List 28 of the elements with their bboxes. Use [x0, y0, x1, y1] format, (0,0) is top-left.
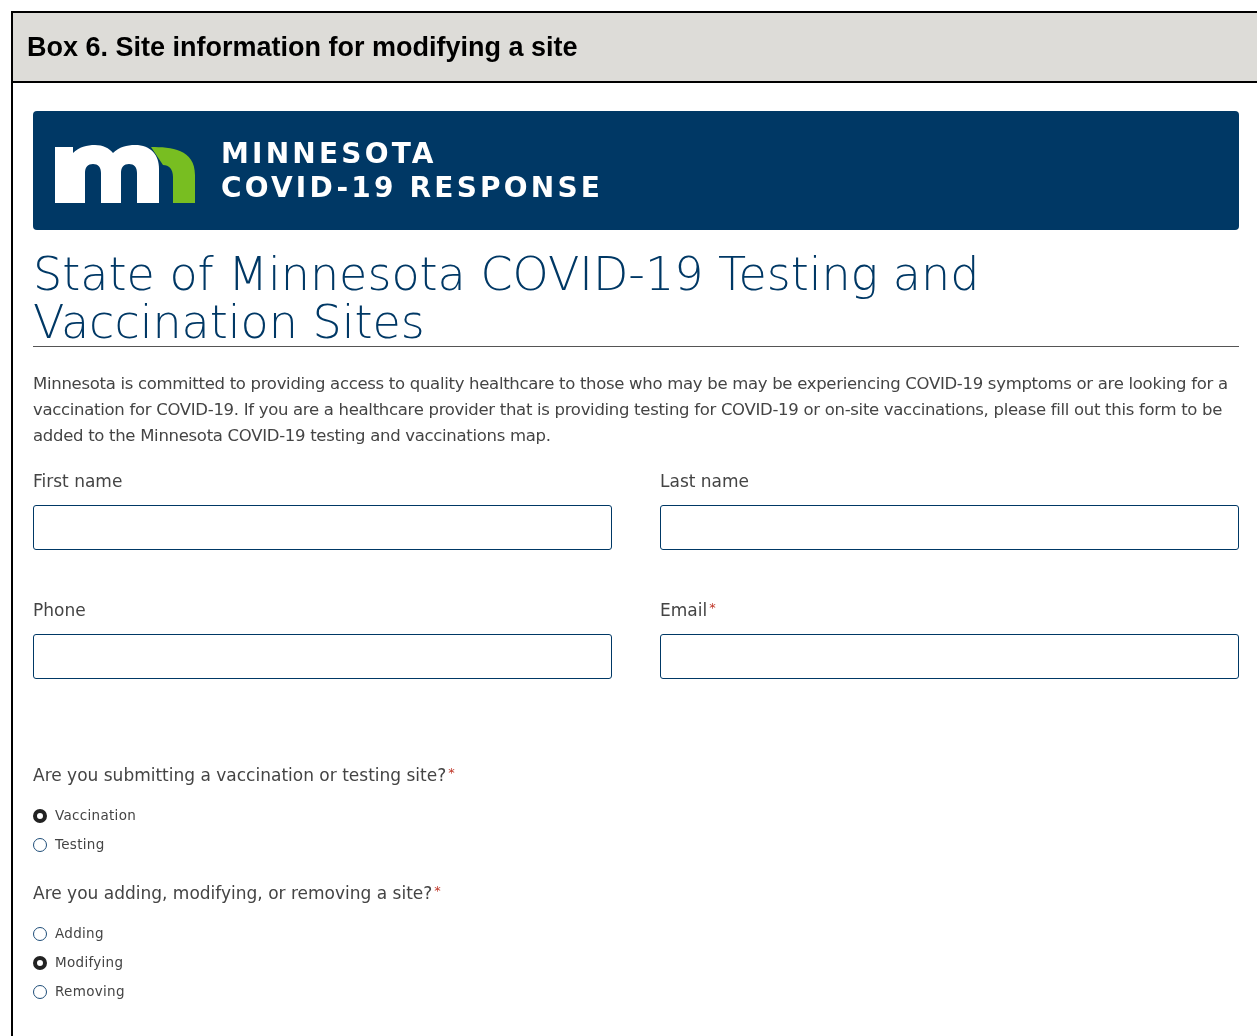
required-mark: *	[434, 882, 441, 900]
radio-label: Vaccination	[55, 806, 137, 826]
radio-button[interactable]	[33, 837, 47, 852]
input-field[interactable]	[660, 634, 1239, 679]
input-field[interactable]	[33, 634, 612, 679]
radio-button[interactable]	[33, 808, 47, 823]
required-mark: *	[709, 599, 716, 617]
question-label: Are you submitting a vaccination or testing site?	[33, 764, 447, 787]
banner-title: MINNESOTA	[221, 139, 438, 168]
input-field[interactable]	[660, 505, 1239, 550]
box-title: Box 6. Site information for modifying a site	[27, 30, 578, 64]
radio-label: Modifying	[55, 953, 124, 973]
radio-label: Adding	[55, 924, 104, 944]
field-label: Phone	[33, 599, 86, 622]
radio-label: Removing	[55, 982, 125, 1002]
radio-button[interactable]	[33, 926, 47, 941]
banner-subtitle: COVID-19 RESPONSE	[221, 173, 604, 202]
question-label: Are you adding, modifying, or removing a site?	[33, 882, 433, 905]
radio-label: Testing	[55, 835, 105, 855]
input-field[interactable]	[33, 505, 612, 550]
required-mark: *	[448, 764, 455, 782]
radio-button[interactable]	[33, 984, 47, 999]
field-label: Email	[660, 599, 708, 622]
intro-paragraph: Minnesota is committed to providing access to quality healthcare to those who may be may be experiencing COVID-19 symptoms or are looking for a vaccination for COVID-19. If you are a healthcare provider that is providing testing for COVID-19 or on-site vaccinations, please fill out this form to be added to the Minnesota COVID-19 testing and vaccinations map.	[33, 373, 1229, 447]
field-label: First name	[33, 470, 123, 493]
page-title: State of Minnesota COVID-19 Testing and Vaccination Sites	[33, 250, 1239, 347]
field-label: Last name	[660, 470, 750, 493]
radio-button[interactable]	[33, 955, 47, 970]
